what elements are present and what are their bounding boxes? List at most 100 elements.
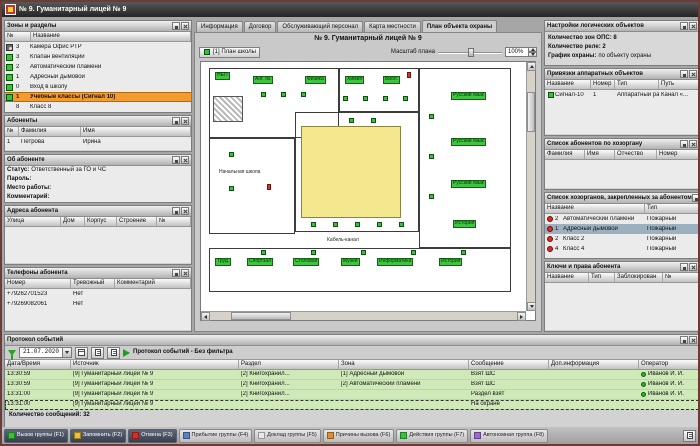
assigned-row-selected[interactable]: 1Адресный дымовой Пожарный xyxy=(545,224,699,234)
assigned-row[interactable]: 2Автоматический пламени Пожарный xyxy=(545,214,699,224)
object-title: № 9. Гуманитарный лицей № 9 xyxy=(195,33,541,45)
room-label: Труд. xyxy=(215,258,231,266)
remember-button[interactable]: Запомнить (F2) xyxy=(70,429,126,443)
scroll-right-button[interactable] xyxy=(517,312,526,321)
call-group-button[interactable]: Вызов группы (F1) xyxy=(4,429,68,443)
scroll-thumb[interactable] xyxy=(527,92,535,132)
panel-close-button[interactable] xyxy=(181,117,189,125)
panel-pin-button[interactable] xyxy=(680,336,688,344)
zones-panel-title: Зоны и разделы xyxy=(7,23,56,30)
zone-row[interactable]: 2Автоматический пламени xyxy=(5,62,191,72)
event-row-selected[interactable]: 13:31:00 [9] Гуманитарный лицей № 9 На о… xyxy=(5,400,699,410)
panel-pin-button[interactable] xyxy=(172,207,180,215)
addresses-panel-title: Адреса абонента xyxy=(7,208,58,215)
call-reasons-button[interactable]: Причины вызова (F6) xyxy=(323,429,394,443)
addresses-panel-header: Адреса абонента xyxy=(5,206,191,217)
panel-close-button[interactable] xyxy=(181,207,189,215)
report-icon xyxy=(258,432,265,439)
panel-pin-button[interactable] xyxy=(172,22,180,30)
panel-close-button[interactable] xyxy=(181,269,189,277)
assigned-row[interactable]: 2Класс 2 Пожарный xyxy=(545,234,699,244)
floor-plan-canvas[interactable]: НЕП Анг. яз. Физика Химия Биол. Русский … xyxy=(201,62,526,311)
plan-tab-content: № 9. Гуманитарный лицей № 9 [1] План шко… xyxy=(194,32,542,332)
scroll-up-button[interactable] xyxy=(527,62,536,71)
scroll-thumb[interactable] xyxy=(231,312,291,320)
group-actions-button[interactable]: Действия группы (F7) xyxy=(396,429,468,443)
calendar-button[interactable] xyxy=(75,347,88,359)
date-value: 21.07.2020 xyxy=(20,349,62,356)
zone-row[interactable]: 3Камера Офис РТР xyxy=(5,42,191,52)
panel-close-button[interactable] xyxy=(689,22,697,30)
scale-down-button[interactable] xyxy=(529,52,537,57)
zones-col-num[interactable]: № xyxy=(5,32,31,41)
zone-row-selected[interactable]: 1Учебные классы (Сигнал 10) xyxy=(5,92,191,102)
sensor-icon xyxy=(229,152,234,157)
panel-pin-button[interactable] xyxy=(680,22,688,30)
about-password: Пароль: xyxy=(5,175,191,184)
phone-row[interactable]: +79262701523 Нет xyxy=(5,289,191,299)
cancel-button[interactable]: Отмена (F3) xyxy=(128,429,176,443)
event-row[interactable]: 13:31:00 [9] Гуманитарный лицей № 9 [2] … xyxy=(5,390,699,400)
zone-row[interactable]: 1Адресный дымовой xyxy=(5,72,191,82)
logic-panel-title: Настройки логических объектов xyxy=(547,23,644,30)
panel-close-button[interactable] xyxy=(689,70,697,78)
sensor-icon xyxy=(355,222,360,227)
panel-pin-button[interactable] xyxy=(172,269,180,277)
event-row[interactable]: 13:30:59 [9] Гуманитарный лицей № 9 [2] … xyxy=(5,380,699,390)
abonent-row[interactable]: 1 Петрова Ирина xyxy=(5,137,191,147)
zone-row[interactable]: 3Клапан вентиляции xyxy=(5,52,191,62)
sensor-icon xyxy=(301,92,306,97)
alarm-marker-icon xyxy=(267,184,271,190)
scroll-left-button[interactable] xyxy=(201,312,210,321)
hardware-row[interactable]: Сигнал-10 1 Аппаратный раздел Канал «... xyxy=(545,90,699,100)
assigned-orgs-title: Список хозорганов, закрепленных за абоне… xyxy=(547,195,692,202)
filter-icon[interactable] xyxy=(8,350,16,356)
sensor-icon xyxy=(461,250,466,255)
relay-count-line: Количество реле: 2 xyxy=(545,43,699,52)
panel-pin-button[interactable] xyxy=(172,156,180,164)
report-button[interactable] xyxy=(91,347,104,359)
abonent-list-panel: Список абонентов по хозоргану Фамилия Им… xyxy=(544,138,700,190)
scale-slider[interactable] xyxy=(438,48,502,57)
zone-row[interactable]: 0Вход в школу xyxy=(5,82,191,92)
panel-close-button[interactable] xyxy=(689,263,697,271)
plan-select-button[interactable]: [1] План школы xyxy=(199,47,260,58)
zone-row[interactable]: 8Класс 8 xyxy=(5,102,191,112)
event-log-toolbar: 21.07.2020 Протокол событий - Без фильтр… xyxy=(5,346,699,360)
cable-channel-text: Кабель-канал xyxy=(327,238,359,244)
print-button[interactable] xyxy=(107,347,120,359)
panel-close-button[interactable] xyxy=(181,22,189,30)
abonent-list-empty-body xyxy=(545,160,699,188)
date-dropdown-button[interactable] xyxy=(62,348,71,357)
panel-pin-button[interactable] xyxy=(680,70,688,78)
plan-horizontal-scrollbar[interactable] xyxy=(201,311,526,320)
event-row[interactable]: 13:30:59 [9] Гуманитарный лицей № 9 [2] … xyxy=(5,370,699,380)
hardware-column-headers: Название Номер Тип Путь xyxy=(545,80,699,90)
plan-vertical-scrollbar[interactable] xyxy=(526,62,535,311)
panel-pin-button[interactable] xyxy=(680,140,688,148)
assembly-hall-area xyxy=(301,126,401,218)
assigned-row[interactable]: 4Класс 4 Пожарный xyxy=(545,244,699,254)
status-extra-button[interactable] xyxy=(683,430,696,442)
group-report-button[interactable]: Доклад группы (F5) xyxy=(254,429,321,443)
phone-row[interactable]: +79269082061 Нет xyxy=(5,299,191,309)
panel-pin-button[interactable] xyxy=(692,194,699,202)
scroll-down-button[interactable] xyxy=(527,302,536,311)
run-filter-icon[interactable] xyxy=(123,349,130,357)
zones-panel: Зоны и разделы № Название 3Камера Офис Р… xyxy=(4,20,192,113)
group-arrival-button[interactable]: Прибытие группы (F4) xyxy=(179,429,253,443)
panel-pin-button[interactable] xyxy=(172,117,180,125)
autonomous-group-button[interactable]: Автономная группа (F8) xyxy=(470,429,548,443)
zones-count-line: Количество зон ОПС: 8 xyxy=(545,34,699,43)
sensor-icon xyxy=(429,194,434,199)
panel-pin-button[interactable] xyxy=(680,263,688,271)
panel-close-button[interactable] xyxy=(689,336,697,344)
sensor-icon xyxy=(333,222,338,227)
smoke-sensor-icon xyxy=(6,74,13,81)
plan-icon xyxy=(204,49,210,55)
scale-slider-thumb[interactable] xyxy=(468,48,474,57)
panel-close-button[interactable] xyxy=(689,140,697,148)
date-picker[interactable]: 21.07.2020 xyxy=(19,347,72,358)
zones-col-name[interactable]: Название xyxy=(31,32,191,41)
panel-close-button[interactable] xyxy=(181,156,189,164)
